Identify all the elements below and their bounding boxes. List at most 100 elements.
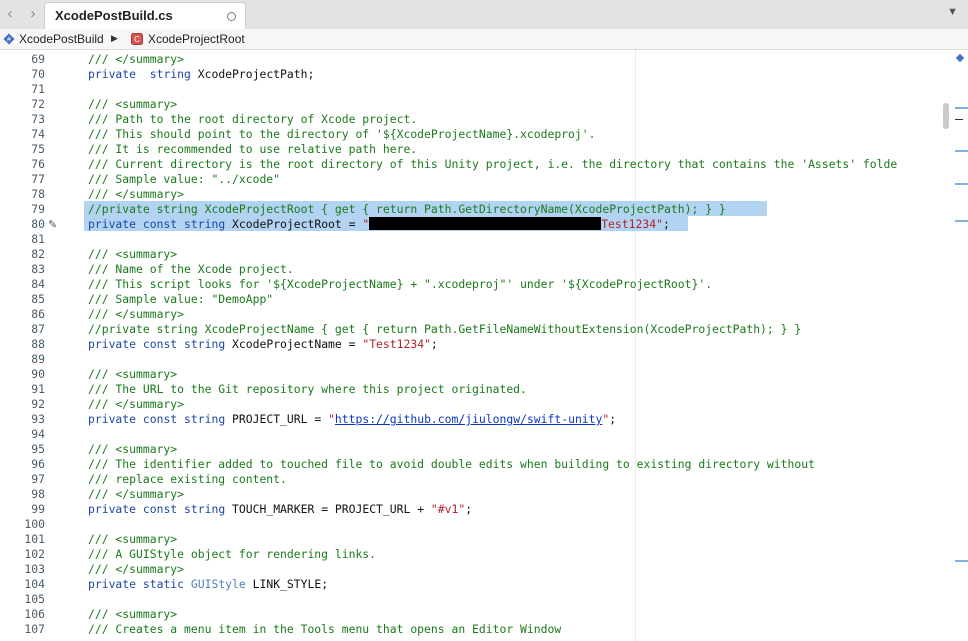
- code-token: /// </summary>: [88, 187, 185, 201]
- code-token: const: [142, 502, 178, 516]
- code-link[interactable]: https://github.com/jiulongw/swift-unity: [335, 412, 602, 426]
- code-line: /// <summary>: [88, 442, 177, 457]
- code-token: private: [88, 67, 137, 81]
- code-token: private: [88, 412, 137, 426]
- code-line: /// <summary>: [88, 97, 177, 112]
- class-icon: C: [131, 33, 143, 45]
- line-number: 86: [31, 307, 45, 321]
- line-number: 87: [31, 322, 45, 336]
- code-token: private: [88, 337, 137, 351]
- code-line: /// </summary>: [88, 397, 184, 412]
- code-token: string: [184, 337, 226, 351]
- line-number: 91: [31, 382, 45, 396]
- code-line: /// <summary>: [88, 247, 177, 262]
- chevron-down-icon[interactable]: ▼: [947, 6, 958, 18]
- line-number: 102: [24, 547, 45, 561]
- code-token: /// Sample value: "DemoApp": [88, 292, 274, 306]
- code-line: private const string XcodeProjectRoot = …: [88, 217, 670, 232]
- code-token: ;: [662, 217, 670, 231]
- line-number: 82: [31, 247, 45, 261]
- line-number: 97: [31, 472, 45, 486]
- line-number: 69: [31, 52, 45, 66]
- editor-tab[interactable]: XcodePostBuild.cs: [44, 2, 246, 29]
- line-number: 101: [24, 532, 45, 546]
- code-line: /// Name of the Xcode project.: [88, 262, 294, 277]
- line-number: 84: [31, 277, 45, 291]
- code-line: /// Current directory is the root direct…: [88, 157, 897, 172]
- code-token: /// The URL to the Git repository where …: [88, 382, 527, 396]
- code-line: /// </summary>: [88, 562, 184, 577]
- code-token: private: [88, 577, 137, 591]
- code-token: private: [88, 502, 137, 516]
- back-arrow-icon[interactable]: ‹: [0, 2, 20, 26]
- code-token: TOUCH_MARKER = PROJECT_URL +: [225, 502, 431, 516]
- code-token: XcodeProjectPath;: [190, 67, 315, 81]
- minimap-marker: [955, 150, 968, 152]
- code-token: /// <summary>: [88, 607, 178, 621]
- code-token: /// </summary>: [88, 307, 185, 321]
- code-token: ;: [430, 337, 438, 351]
- close-tab-icon[interactable]: [227, 12, 236, 21]
- line-number: 80: [31, 217, 45, 231]
- code-token: /// <summary>: [88, 442, 178, 456]
- code-line: /// This should point to the directory o…: [88, 127, 595, 142]
- line-number: 98: [31, 487, 45, 501]
- line-number: 79: [31, 202, 45, 216]
- code-line: /// Creates a menu item in the Tools men…: [88, 622, 561, 637]
- breadcrumb-file[interactable]: XcodePostBuild: [19, 32, 104, 46]
- code-line: /// Path to the root directory of Xcode …: [88, 112, 417, 127]
- vertical-scrollbar-thumb[interactable]: [943, 103, 949, 129]
- line-number: 81: [31, 232, 45, 246]
- minimap-marker: [955, 560, 968, 562]
- line-number: 99: [31, 502, 45, 516]
- minimap-marker: [955, 183, 968, 185]
- line-number-gutter: 69 70 71 72 73 74 75 76 77 78 79 80 81 82 83 84 85 86 87 88…: [0, 50, 56, 641]
- forward-arrow-icon[interactable]: ›: [23, 2, 43, 26]
- code-token: ": [362, 217, 370, 231]
- code-token: /// A GUIStyle object for rendering link…: [88, 547, 377, 561]
- code-token: XcodeProjectName =: [225, 337, 363, 351]
- code-line: /// <summary>: [88, 367, 177, 382]
- tab-bar: ‹ › XcodePostBuild.cs ▼: [0, 0, 968, 30]
- code-token: "#v1": [430, 502, 466, 516]
- code-line: /// replace existing content.: [88, 472, 287, 487]
- line-number: 88: [31, 337, 45, 351]
- code-token: /// Sample value: "../xcode": [88, 172, 281, 186]
- breakpoint-edit-icon[interactable]: ✎: [48, 218, 62, 232]
- line-number: 94: [31, 427, 45, 441]
- code-line: /// This script looks for '${XcodeProjec…: [88, 277, 712, 292]
- breadcrumb-symbol[interactable]: XcodeProjectRoot: [148, 32, 245, 46]
- code-token: ;: [465, 502, 473, 516]
- code-line: /// Sample value: "../xcode": [88, 172, 280, 187]
- line-number: 93: [31, 412, 45, 426]
- code-token: //private string XcodeProjectName { get …: [88, 322, 802, 336]
- line-number: 105: [24, 592, 45, 606]
- code-token: string: [184, 412, 226, 426]
- code-token: string: [184, 217, 226, 231]
- minimap-marker: [955, 107, 968, 109]
- code-line: private const string PROJECT_URL = "http…: [88, 412, 616, 427]
- code-editor[interactable]: 69 70 71 72 73 74 75 76 77 78 79 80 81 82 83 84 85 86 87 88…: [0, 50, 968, 641]
- code-line: //private string XcodeProjectRoot { get …: [88, 202, 726, 217]
- code-token: /// Current directory is the root direct…: [88, 157, 898, 171]
- code-token: /// </summary>: [88, 562, 185, 576]
- code-token: /// <summary>: [88, 247, 178, 261]
- code-token: /// It is recommended to use relative pa…: [88, 142, 418, 156]
- code-token: /// <summary>: [88, 532, 178, 546]
- line-number: 74: [31, 127, 45, 141]
- page-guide-line: [635, 50, 636, 641]
- minimap-marker: [955, 220, 968, 222]
- redacted-text: [369, 217, 602, 230]
- code-line: private const string TOUCH_MARKER = PROJ…: [88, 502, 472, 517]
- chevron-right-icon: ▶: [111, 33, 118, 43]
- code-token: Test1234": [601, 217, 663, 231]
